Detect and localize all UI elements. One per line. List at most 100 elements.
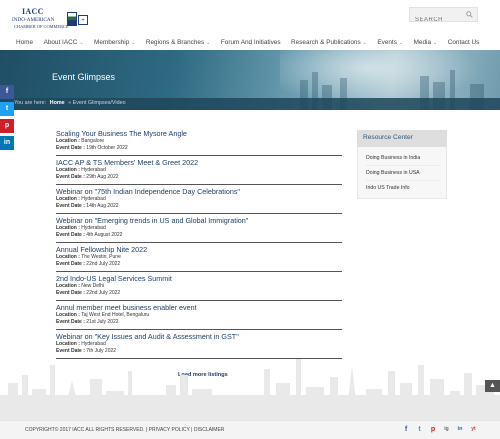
event-title-link[interactable]: Webinar on "75th Indian Independence Day… bbox=[56, 187, 342, 196]
event-title-link[interactable]: Webinar on "Key Issues and Audit & Asses… bbox=[56, 332, 342, 341]
resource-center: Resource Center Doing Business in India … bbox=[357, 130, 447, 199]
event-date-value: 29th Aug 2022 bbox=[86, 174, 119, 180]
event-date: Event Date : 21st July 2022 bbox=[56, 319, 342, 326]
disclaimer-link[interactable]: DISCLAIMER bbox=[194, 427, 225, 433]
event-list-item: 2nd Indo-US Legal Services Summit Locatio… bbox=[56, 274, 342, 301]
event-title-link[interactable]: Scaling Your Business The Mysore Angle bbox=[56, 129, 342, 138]
event-location-label: Location : bbox=[56, 312, 80, 318]
footer-skyline-illustration bbox=[0, 359, 500, 427]
event-date-value: 4th August 2022 bbox=[86, 232, 123, 238]
event-location: Location : Taj West End Hotel, Bengaluru bbox=[56, 312, 342, 319]
nav-item-label: Forum And Initiatives bbox=[220, 38, 281, 46]
seal-emblem: ✦ bbox=[78, 15, 88, 25]
nav-item-events[interactable]: Events ⌄ bbox=[377, 39, 403, 46]
nav-item-label: Regions & Branches bbox=[145, 38, 205, 46]
nav-item-home[interactable]: Home bbox=[16, 39, 33, 46]
event-location: Location : Hyderabad bbox=[56, 167, 342, 174]
breadcrumb-home-link[interactable]: Home bbox=[50, 100, 65, 106]
event-list-item: Annual Fellowship Nite 2022 Location : Th… bbox=[56, 245, 342, 272]
nav-item-forum-and-initiatives[interactable]: Forum And Initiatives bbox=[221, 39, 281, 46]
chevron-down-icon: ⌄ bbox=[362, 39, 367, 46]
nav-item-regions-branches[interactable]: Regions & Branches ⌄ bbox=[146, 39, 210, 46]
event-date-value: 21st July 2022 bbox=[86, 319, 119, 325]
nav-item-contact-us[interactable]: Contact Us bbox=[448, 39, 480, 46]
nav-item-media[interactable]: Media ⌄ bbox=[414, 39, 438, 46]
chevron-down-icon: ⌄ bbox=[433, 39, 438, 46]
event-date: Event Date : 22nd July 2022 bbox=[56, 261, 342, 268]
event-location-label: Location : bbox=[56, 283, 80, 289]
flag-emblem bbox=[67, 12, 77, 26]
event-date-label: Event Date : bbox=[56, 319, 85, 325]
footer-social-links: f t p ig in yt bbox=[397, 425, 478, 434]
event-title-link[interactable]: 2nd Indo-US Legal Services Summit bbox=[56, 274, 342, 283]
youtube-icon[interactable]: yt bbox=[469, 425, 478, 434]
event-location: Location : Hyderabad bbox=[56, 225, 342, 232]
event-title-link[interactable]: Webinar on "Emerging trends in US and Gl… bbox=[56, 216, 342, 225]
nav-item-label: About IACC bbox=[43, 38, 78, 46]
resource-center-list: Doing Business in India Doing Business i… bbox=[357, 147, 447, 199]
twitter-share-icon[interactable]: t bbox=[0, 102, 14, 116]
nav-item-research-publications[interactable]: Research & Publications ⌄ bbox=[291, 39, 367, 46]
linkedin-icon[interactable]: in bbox=[456, 425, 465, 434]
event-date-value: 14th Aug 2022 bbox=[86, 203, 119, 209]
event-list: Scaling Your Business The Mysore Angle Lo… bbox=[56, 129, 342, 361]
event-date: Event Date : 22nd July 2022 bbox=[56, 290, 342, 297]
pinterest-icon[interactable]: p bbox=[429, 425, 438, 434]
resource-link[interactable]: Doing Business in India bbox=[366, 151, 440, 166]
facebook-icon[interactable]: f bbox=[402, 425, 411, 434]
facebook-share-icon[interactable]: f bbox=[0, 85, 14, 99]
event-date: Event Date : 29th Aug 2022 bbox=[56, 174, 342, 181]
event-location-value: Bangalore bbox=[81, 138, 105, 144]
event-location: Location : Hyderabad bbox=[56, 196, 342, 203]
search-box bbox=[409, 7, 478, 27]
instagram-icon[interactable]: ig bbox=[442, 425, 451, 434]
resource-center-heading: Resource Center bbox=[357, 130, 447, 147]
event-location-label: Location : bbox=[56, 254, 80, 260]
linkedin-share-icon[interactable]: in bbox=[0, 136, 14, 150]
search-input[interactable] bbox=[410, 13, 462, 27]
logo-line-1: IACC bbox=[22, 7, 44, 16]
search-icon[interactable] bbox=[466, 11, 473, 18]
event-date-label: Event Date : bbox=[56, 145, 85, 151]
site-footer: COPYRIGHT© 2017 IACC ALL RIGHTS RESERVED… bbox=[0, 420, 500, 439]
event-list-item: Scaling Your Business The Mysore Angle Lo… bbox=[56, 129, 342, 156]
iacc-logo[interactable]: IACC INDO-AMERICAN CHAMBER OF COMMERCE ✦ bbox=[12, 7, 90, 31]
event-list-item: Webinar on "Emerging trends in US and Gl… bbox=[56, 216, 342, 243]
resource-link[interactable]: Indo US Trade Info bbox=[366, 181, 440, 196]
resource-link[interactable]: Doing Business in USA bbox=[366, 166, 440, 181]
nav-item-label: Events bbox=[377, 38, 397, 46]
chevron-down-icon: ⌄ bbox=[79, 39, 84, 46]
privacy-policy-link[interactable]: PRIVACY POLICY bbox=[149, 427, 190, 433]
page-title: Event Glimpses bbox=[52, 72, 116, 82]
chevron-down-icon: ⌄ bbox=[206, 39, 211, 46]
event-date: Event Date : 19th October 2022 bbox=[56, 145, 342, 152]
event-date-label: Event Date : bbox=[56, 174, 85, 180]
scroll-to-top-button[interactable]: ▲ bbox=[485, 380, 500, 392]
breadcrumb: You are here: Home » Event Glimpses/Vide… bbox=[14, 100, 126, 106]
event-date-value: 19th October 2022 bbox=[86, 145, 128, 151]
breadcrumb-prefix: You are here: bbox=[14, 100, 47, 106]
pinterest-share-icon[interactable]: p bbox=[0, 119, 14, 133]
event-title-link[interactable]: IACC AP & TS Members' Meet & Greet 2022 bbox=[56, 158, 342, 167]
event-list-item: Annul member meet business enabler event… bbox=[56, 303, 342, 330]
nav-item-membership[interactable]: Membership ⌄ bbox=[94, 39, 135, 46]
event-date: Event Date : 4th August 2022 bbox=[56, 232, 342, 239]
event-date-label: Event Date : bbox=[56, 261, 85, 267]
event-location-value: Taj West End Hotel, Bengaluru bbox=[81, 312, 150, 318]
event-location-label: Location : bbox=[56, 167, 80, 173]
event-list-item: Webinar on "75th Indian Independence Day… bbox=[56, 187, 342, 214]
nav-item-label: Home bbox=[16, 38, 34, 46]
copyright-notice: COPYRIGHT© 2017 IACC ALL RIGHTS RESERVED… bbox=[25, 427, 145, 433]
nav-item-label: Membership bbox=[94, 38, 130, 46]
event-title-link[interactable]: Annual Fellowship Nite 2022 bbox=[56, 245, 342, 254]
event-title-link[interactable]: Annul member meet business enabler event bbox=[56, 303, 342, 312]
nav-item-label: Research & Publications bbox=[291, 38, 361, 46]
breadcrumb-current: » Event Glimpses/Video bbox=[68, 100, 126, 106]
twitter-icon[interactable]: t bbox=[415, 425, 424, 434]
nav-item-about-iacc[interactable]: About IACC ⌄ bbox=[44, 39, 84, 46]
event-location: Location : Bangalore bbox=[56, 138, 342, 145]
chevron-down-icon: ⌄ bbox=[398, 39, 404, 46]
event-list-item: IACC AP & TS Members' Meet & Greet 2022 L… bbox=[56, 158, 342, 185]
event-location-label: Location : bbox=[56, 138, 80, 144]
event-date-label: Event Date : bbox=[56, 203, 85, 209]
